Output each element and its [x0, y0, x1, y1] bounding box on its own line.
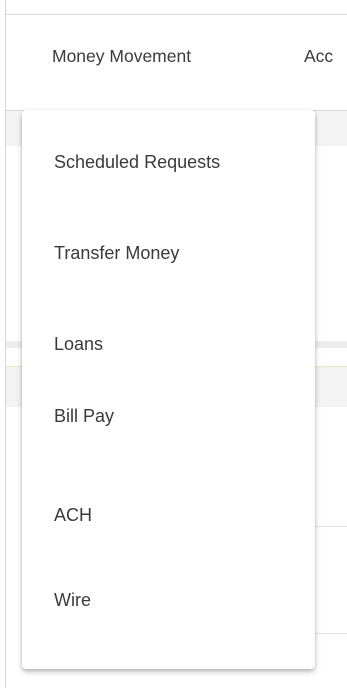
- menu-item-ach[interactable]: ACH: [22, 488, 315, 548]
- menu-item-loans[interactable]: Loans: [22, 317, 315, 377]
- top-nav-bar: Money Movement Acc: [6, 15, 347, 111]
- menu-item-wire[interactable]: Wire: [22, 573, 315, 633]
- menu-item-label: Bill Pay: [54, 406, 115, 426]
- money-movement-dropdown-menu: Scheduled Requests Transfer Money Loans …: [22, 110, 315, 669]
- menu-item-label: Transfer Money: [54, 243, 180, 263]
- app-frame: Money Movement Acc Scheduled Requests Tr…: [0, 0, 347, 688]
- page-divider: [315, 526, 347, 527]
- menu-item-label: ACH: [54, 505, 93, 525]
- nav-item-accounts[interactable]: Acc: [304, 46, 333, 67]
- nav-item-money-movement[interactable]: Money Movement: [52, 46, 191, 67]
- menu-item-label: Wire: [54, 590, 91, 610]
- menu-item-label: Loans: [54, 334, 104, 354]
- menu-item-transfer-money[interactable]: Transfer Money: [22, 226, 315, 286]
- menu-item-bill-pay[interactable]: Bill Pay: [22, 389, 315, 449]
- top-border: [5, 0, 347, 15]
- menu-item-scheduled-requests[interactable]: Scheduled Requests: [22, 135, 315, 195]
- menu-item-label: Scheduled Requests: [54, 152, 221, 172]
- page-divider: [315, 633, 347, 634]
